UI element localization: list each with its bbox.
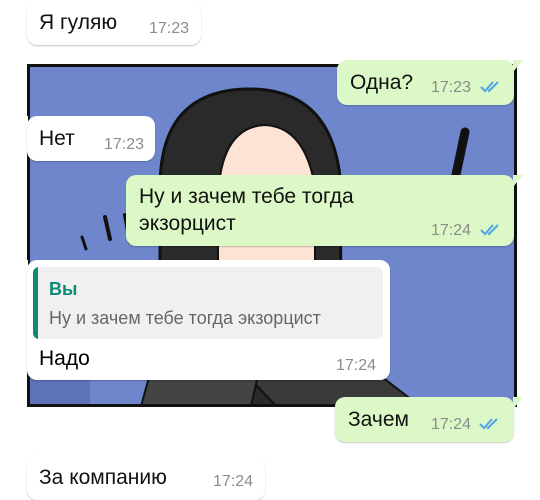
message-timestamp: 17:24 xyxy=(336,357,377,374)
message-text: Я гуляю xyxy=(39,11,118,34)
message-timestamp: 17:23 xyxy=(431,79,472,96)
quote-author: Вы xyxy=(49,279,78,299)
message-timestamp: 17:24 xyxy=(431,222,472,239)
quoted-message[interactable]: Вы Ну и зачем тебе тогда экзорцист xyxy=(33,267,383,339)
message-timestamp: 17:24 xyxy=(431,416,472,433)
quote-accent-bar xyxy=(33,267,38,339)
message-outgoing[interactable]: Зачем 17:24 xyxy=(335,397,523,442)
message-outgoing[interactable]: Ну и зачем тебе тогда экзорцист 17:24 xyxy=(126,175,523,246)
double-check-icon xyxy=(480,81,499,93)
message-incoming[interactable]: Нет 17:23 xyxy=(18,116,155,161)
quote-text: Ну и зачем тебе тогда экзорцист xyxy=(49,308,321,328)
message-incoming[interactable]: За компанию 17:24 xyxy=(18,455,265,500)
message-timestamp: 17:24 xyxy=(213,473,254,490)
message-text: Одна? xyxy=(350,71,414,94)
message-timestamp: 17:23 xyxy=(149,20,190,37)
message-text: За компанию xyxy=(39,466,167,489)
double-check-icon xyxy=(480,224,499,236)
message-timestamp: 17:23 xyxy=(104,136,145,153)
message-text: Нет xyxy=(39,127,75,150)
message-text-line-2: экзорцист xyxy=(139,212,236,235)
message-text: Зачем xyxy=(348,408,409,431)
message-outgoing[interactable]: Одна? 17:23 xyxy=(337,60,523,105)
message-text: Надо xyxy=(39,347,90,370)
message-incoming[interactable]: Я гуляю 17:23 xyxy=(18,0,201,45)
double-check-icon xyxy=(479,418,498,430)
message-text-line-1: Ну и зачем тебе тогда xyxy=(139,185,354,208)
